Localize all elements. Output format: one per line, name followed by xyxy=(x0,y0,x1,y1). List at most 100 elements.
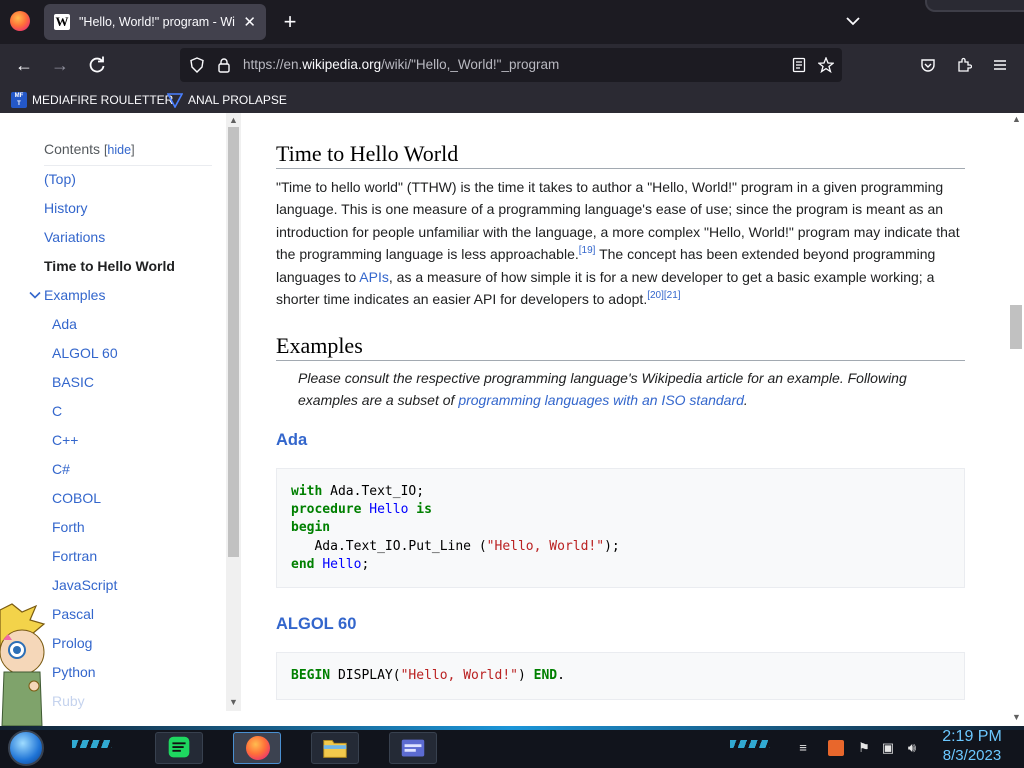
code-name: Hello xyxy=(369,502,409,518)
toc-item-top[interactable]: (Top) xyxy=(44,171,76,187)
toc-item-prolog[interactable]: Prolog xyxy=(52,635,92,651)
apis-link[interactable]: APIs xyxy=(359,269,389,285)
toc-scroll-down-arrow-icon[interactable]: ▼ xyxy=(228,697,239,707)
toc-collapse-chevron-icon[interactable] xyxy=(29,289,41,301)
taskbar-decoration xyxy=(730,740,770,748)
citation-19[interactable]: [19] xyxy=(579,245,596,256)
taskbar-glow-band xyxy=(0,726,1024,730)
toc-scrollbar-thumb[interactable] xyxy=(228,127,239,557)
bookmark-star-icon[interactable] xyxy=(818,57,834,73)
shield-icon[interactable] xyxy=(189,57,205,73)
firefox-menu-icon[interactable] xyxy=(10,11,30,31)
page-scrollbar-thumb[interactable] xyxy=(1010,305,1022,349)
url-text[interactable]: https://en.wikipedia.org/wiki/"Hello,_Wo… xyxy=(243,57,559,72)
tthw-paragraph: "Time to hello world" (TTHW) is the time… xyxy=(276,176,965,310)
tray-app-icon[interactable] xyxy=(828,740,844,756)
cartoon-character-overlay-image xyxy=(0,603,46,726)
pocket-icon[interactable] xyxy=(920,57,936,73)
toc-scroll-up-arrow-icon[interactable]: ▲ xyxy=(228,115,239,125)
toc-item-ruby[interactable]: Ruby xyxy=(52,693,85,709)
url-domain: wikipedia.org xyxy=(302,57,382,72)
taskbar-firefox-app[interactable] xyxy=(233,732,281,764)
heading-rule xyxy=(276,360,965,361)
mediafire-icon: MF T xyxy=(11,92,27,108)
toc-item-cobol[interactable]: COBOL xyxy=(52,490,101,506)
network-icon[interactable]: ▣ xyxy=(880,740,896,756)
citation-20[interactable]: [20] xyxy=(647,290,664,301)
bookmark-anal-prolapse[interactable]: ANAL PROLAPSE xyxy=(167,90,287,110)
toc-item-fortran[interactable]: Fortran xyxy=(52,548,97,564)
toc-hide-link[interactable]: hide xyxy=(107,143,131,157)
clock-date[interactable]: 8/3/2023 xyxy=(940,747,1004,764)
start-orb-icon[interactable] xyxy=(8,730,44,766)
bookmark-mediafire-rouletter[interactable]: MF T MEDIAFIRE ROULETTER xyxy=(11,90,173,110)
code-text: ; xyxy=(361,556,370,572)
toc-item-python[interactable]: Python xyxy=(52,664,96,680)
back-arrow-icon[interactable]: ← xyxy=(13,55,35,75)
code-keyword: begin xyxy=(291,520,331,536)
code-keyword: END xyxy=(533,668,558,683)
extensions-puzzle-icon[interactable] xyxy=(956,57,972,73)
taskbar-file-explorer-app[interactable] xyxy=(311,732,359,764)
iso-languages-link[interactable]: programming languages with an ISO standa… xyxy=(458,392,744,408)
hamburger-menu-icon[interactable] xyxy=(992,57,1008,73)
url-bar[interactable]: https://en.wikipedia.org/wiki/"Hello,_Wo… xyxy=(180,48,842,82)
reload-icon[interactable] xyxy=(86,55,108,75)
toc-item-history[interactable]: History xyxy=(44,200,88,216)
taskbar-app-window[interactable] xyxy=(389,732,437,764)
code-text: Ada.Text_IO; xyxy=(322,484,425,499)
heading-examples: Examples xyxy=(276,333,363,358)
taskbar-spotify-app[interactable] xyxy=(155,732,203,764)
padlock-icon[interactable] xyxy=(216,57,232,73)
url-prefix: https://en. xyxy=(243,57,303,72)
forward-arrow-icon[interactable]: → xyxy=(49,55,71,75)
heading-ada: Ada xyxy=(276,431,308,449)
nav-toolbar: ← → https://en.wikipedia.org/wiki/"Hello… xyxy=(0,44,1024,86)
tab-bar: W "Hello, World!" program - Wikipedia ✕ … xyxy=(0,0,1024,44)
taskbar: ≡ ⚑ ▣ 🔊︎ 2:19 PM 8/3/2023 xyxy=(0,726,1024,768)
citation-21[interactable]: [21] xyxy=(664,290,681,301)
bookmarks-toolbar: MF T MEDIAFIRE ROULETTER ANAL PROLAPSE xyxy=(0,86,1024,113)
toc-item-javascript[interactable]: JavaScript xyxy=(52,577,117,593)
toc-item-ada[interactable]: Ada xyxy=(52,316,77,332)
page-scroll-up-arrow-icon[interactable]: ▲ xyxy=(1011,114,1022,124)
list-all-tabs-chevron-icon[interactable] xyxy=(846,14,860,28)
flag-notification-icon[interactable]: ⚑ xyxy=(856,740,872,756)
tab-title: "Hello, World!" program - Wikipedia xyxy=(79,15,235,29)
toc-item-csharp[interactable]: C# xyxy=(52,461,70,477)
tab-hello-world[interactable]: W "Hello, World!" program - Wikipedia ✕ xyxy=(44,4,266,40)
toc-item-algol-60[interactable]: ALGOL 60 xyxy=(52,345,118,361)
toc-item-cpp[interactable]: C++ xyxy=(52,432,78,448)
code-name: Hello xyxy=(322,556,362,572)
clock-time[interactable]: 2:19 PM xyxy=(940,728,1004,746)
reader-view-icon[interactable] xyxy=(791,57,807,73)
toc-item-basic[interactable]: BASIC xyxy=(52,374,94,390)
show-hidden-icons-icon[interactable]: ≡ xyxy=(795,740,811,756)
url-path: /wiki/"Hello,_World!"_program xyxy=(381,57,560,72)
toc-title: Contents xyxy=(44,141,101,157)
heading-algol-60: ALGOL 60 xyxy=(276,615,357,633)
tab-close-icon[interactable]: ✕ xyxy=(243,13,256,31)
heading-time-to-hello-world: Time to Hello World xyxy=(276,141,459,166)
page-scroll-down-arrow-icon[interactable]: ▼ xyxy=(1011,712,1022,722)
code-text: Ada.Text_IO.Put_Line ( xyxy=(291,538,487,554)
code-keyword: with xyxy=(291,484,323,499)
code-text: . xyxy=(557,668,565,683)
toc-item-variations[interactable]: Variations xyxy=(44,229,105,245)
spotify-icon xyxy=(168,736,190,758)
toc-item-time-to-hello-world[interactable]: Time to Hello World xyxy=(44,258,175,274)
taskbar-decoration xyxy=(72,740,112,748)
volume-speaker-icon[interactable]: 🔊︎ xyxy=(904,740,920,756)
code-text: ); xyxy=(604,538,620,554)
page-scrollbar[interactable] xyxy=(1009,113,1024,726)
algol-code-block: BEGIN DISPLAY("Hello, World!") END. xyxy=(276,652,965,700)
toc-item-forth[interactable]: Forth xyxy=(52,519,85,535)
new-tab-plus-icon[interactable]: + xyxy=(280,9,300,35)
wikipedia-favicon-icon: W xyxy=(54,14,70,30)
toc-item-pascal[interactable]: Pascal xyxy=(52,606,94,622)
code-text: ) xyxy=(518,668,534,683)
code-keyword: is xyxy=(416,502,432,518)
toc-item-examples[interactable]: Examples xyxy=(44,287,105,303)
toc-item-c[interactable]: C xyxy=(52,403,62,419)
firefox-icon xyxy=(246,736,270,760)
